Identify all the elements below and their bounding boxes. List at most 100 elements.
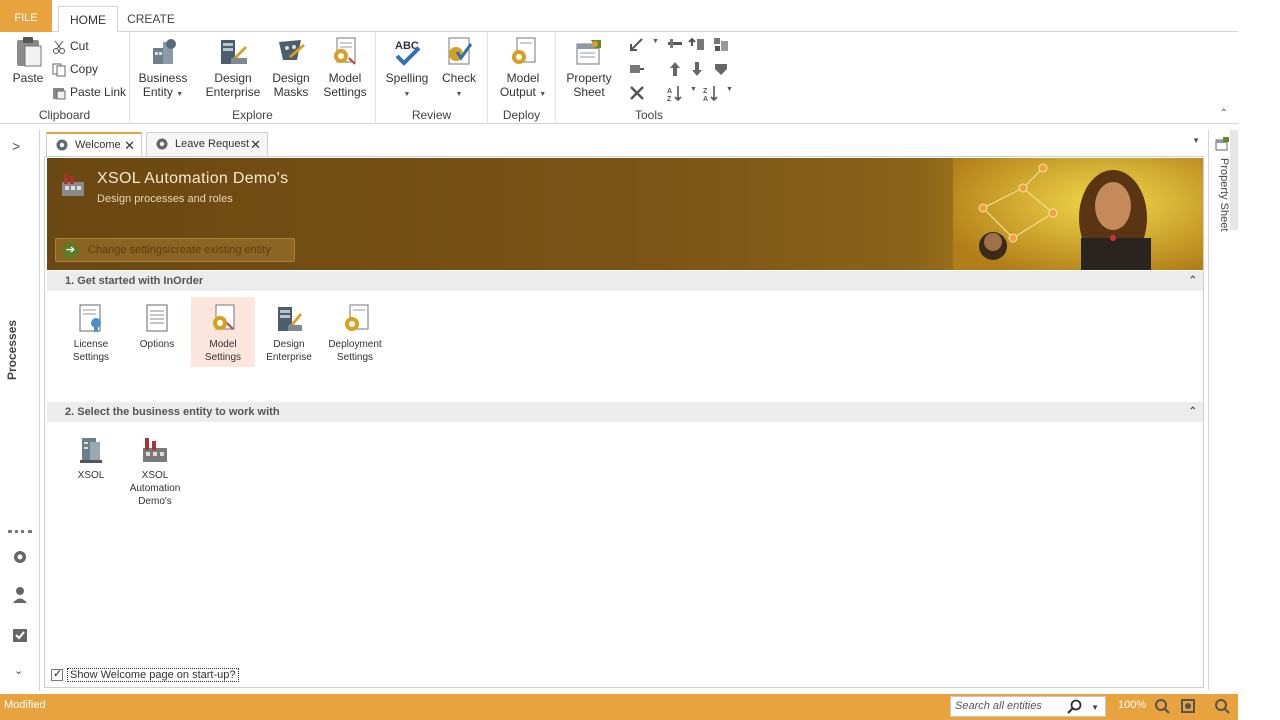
sort-descending-icon[interactable]: ZA [702, 84, 720, 102]
tab-home[interactable]: HOME [58, 6, 118, 33]
zoom-out-icon[interactable] [1154, 698, 1170, 714]
gear-icon[interactable] [11, 548, 29, 566]
change-entity-button[interactable]: ➔ Change settings/create existing entity [55, 238, 295, 262]
model-settings-label-2: Settings [323, 85, 367, 99]
tab-leave-request[interactable]: Leave Request ✕ [146, 132, 268, 156]
search-placeholder: Search all entities [955, 700, 1042, 712]
model-settings-icon [334, 37, 356, 65]
expand-panel-icon[interactable]: > [12, 138, 20, 154]
model-output-label-2: Output [499, 85, 536, 99]
ribbon-collapse-icon[interactable]: ⌃ [1220, 108, 1228, 119]
document-tab-bar: Welcome ✕ Leave Request ✕ ▼ [44, 132, 1204, 156]
tile-options[interactable]: Options [125, 303, 189, 351]
copy-button[interactable]: Copy [52, 59, 98, 79]
chevron-down-icon[interactable]: ⌄ [14, 664, 23, 677]
tab-list-dropdown-icon[interactable]: ▼ [1192, 136, 1200, 145]
tile-label-line-1: XSOL [77, 470, 105, 481]
design-enterprise-icon [221, 40, 247, 64]
scrollbar[interactable] [1230, 130, 1238, 230]
tools-group-label: Tools [634, 108, 663, 122]
clipboard-group-label: Clipboard [38, 108, 91, 122]
zoom-fit-icon[interactable] [1180, 698, 1196, 714]
model-output-button[interactable]: Model Output ▼ [494, 36, 552, 102]
tile-label-line-1: Options [139, 339, 175, 350]
chevron-up-icon[interactable]: ⌃ [1189, 271, 1197, 291]
user-icon[interactable] [11, 586, 29, 604]
check-button[interactable]: Check ▼ [436, 36, 482, 102]
property-sheet-icon [576, 40, 601, 65]
checkbox-checked[interactable] [51, 667, 63, 682]
window-margin [1238, 0, 1280, 720]
tile-entity-xsol[interactable]: XSOL [59, 434, 123, 482]
tab-welcome[interactable]: Welcome ✕ [46, 132, 142, 156]
business-entity-button[interactable]: Business Entity ▼ [138, 36, 188, 102]
chevron-down-icon[interactable]: ▼ [690, 86, 697, 93]
tile-model-settings[interactable]: Model Settings [191, 297, 255, 367]
design-enterprise-label-1: Design [214, 71, 252, 85]
tile-label-line-1: Design [273, 339, 305, 350]
insert-row-icon[interactable] [688, 36, 706, 54]
tile-label-line-2: Settings [336, 352, 374, 363]
sort-ascending-icon[interactable]: AZ [666, 84, 684, 102]
align-left-icon[interactable] [628, 36, 646, 54]
close-icon[interactable]: ✕ [250, 133, 261, 156]
explore-group-label: Explore [232, 108, 273, 122]
paste-button[interactable]: Paste [8, 36, 48, 85]
section-get-started-title: 1. Get started with InOrder [65, 275, 204, 287]
tab-create[interactable]: CREATE [122, 6, 180, 33]
chevron-up-icon[interactable]: ⌃ [1189, 402, 1197, 422]
tile-design-enterprise[interactable]: Design Enterprise [257, 303, 321, 364]
arrow-up-icon[interactable] [666, 60, 684, 78]
scissors-icon [53, 40, 65, 54]
chevron-down-icon[interactable]: ▼ [652, 38, 659, 45]
search-entities-input[interactable]: Search all entities ▼ [950, 696, 1106, 717]
property-sheet-label-2: Sheet [573, 85, 605, 99]
cut-button[interactable]: Cut [52, 36, 89, 56]
property-sheet-icon[interactable] [1214, 136, 1230, 152]
tile-license-settings[interactable]: License Settings [59, 303, 123, 364]
processes-label[interactable]: Processes [5, 320, 19, 380]
show-welcome-checkbox[interactable]: Show Welcome page on start-up? [51, 667, 239, 684]
tab-file[interactable]: FILE [0, 0, 52, 32]
design-masks-label-2: Masks [273, 85, 309, 99]
tab-leave-request-label: Leave Request [175, 138, 249, 150]
chevron-down-icon[interactable]: ▼ [726, 86, 733, 93]
business-entity-icon [153, 39, 176, 64]
welcome-page: XSOL Automation Demo's Design processes … [44, 156, 1204, 688]
chevron-down-icon: ▼ [403, 91, 411, 98]
design-masks-label-1: Design [272, 71, 310, 85]
tile-deployment-settings[interactable]: Deployment Settings [323, 303, 387, 364]
delete-icon[interactable] [628, 84, 646, 102]
review-group: ABC Spelling ▼ Check ▼ Review [376, 32, 488, 124]
tile-entity-xsol-automation-demos[interactable]: XSOL Automation Demo's [123, 434, 187, 508]
tile-label-line-2: Settings [72, 352, 110, 363]
change-entity-label: Change settings/create existing entity [88, 244, 271, 256]
close-icon[interactable]: ✕ [124, 134, 135, 157]
copy-label: Copy [70, 62, 99, 76]
search-icon[interactable] [1067, 699, 1083, 715]
tab-welcome-label: Welcome [75, 139, 121, 151]
arrow-down-icon[interactable] [688, 60, 706, 78]
task-icon[interactable] [11, 626, 29, 644]
arrange-icon[interactable] [666, 36, 684, 54]
property-sheet-button[interactable]: Property Sheet [564, 36, 614, 99]
section-get-started-header[interactable]: 1. Get started with InOrder ⌃ [47, 271, 1203, 291]
cut-label: Cut [70, 39, 89, 53]
svg-text:A: A [667, 88, 672, 95]
section-business-entity-header[interactable]: 2. Select the business entity to work wi… [47, 402, 1203, 422]
design-enterprise-button[interactable]: Design Enterprise [204, 36, 262, 99]
move-icon[interactable] [628, 60, 646, 78]
property-sheet-label-1: Property [566, 71, 612, 85]
property-sheet-label[interactable]: Property Sheet [1218, 158, 1230, 231]
grid-icon[interactable] [712, 36, 730, 54]
splitter-grip[interactable] [8, 530, 32, 533]
svg-text:Z: Z [667, 96, 672, 102]
spelling-button[interactable]: ABC Spelling ▼ [382, 36, 432, 102]
design-masks-button[interactable]: Design Masks [268, 36, 314, 99]
paste-link-button[interactable]: Paste Link [52, 82, 126, 102]
shield-icon[interactable] [712, 60, 730, 78]
zoom-in-icon[interactable] [1214, 698, 1230, 714]
chevron-down-icon[interactable]: ▼ [1091, 698, 1099, 717]
model-settings-button[interactable]: Model Settings [320, 36, 370, 99]
status-text: Modified [4, 699, 46, 711]
